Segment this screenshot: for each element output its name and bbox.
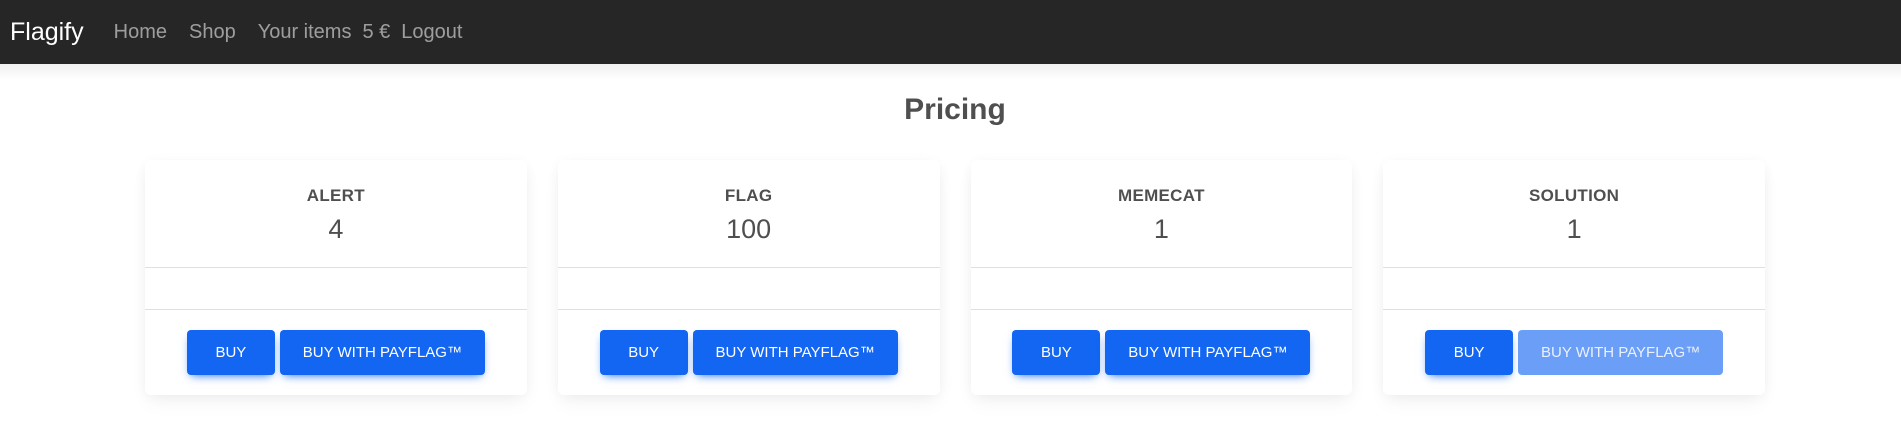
card-header: ALERT 4 (145, 160, 527, 268)
buy-with-payflag-button[interactable]: BUY WITH PAYFLAG™ (692, 330, 898, 375)
balance-display: 5 € (362, 20, 391, 43)
nav-link-home[interactable]: Home (114, 21, 167, 44)
product-name: MEMECAT (1117, 186, 1205, 205)
card-body (1383, 268, 1765, 310)
nav-link-your-items[interactable]: Your items (258, 21, 352, 44)
pricing-cards: ALERT 4 BUY BUY WITH PAYFLAG™ FLAG 100 B… (145, 160, 1765, 395)
product-card-flag: FLAG 100 BUY BUY WITH PAYFLAG™ (557, 160, 940, 395)
card-footer: BUY BUY WITH PAYFLAG™ (558, 310, 940, 395)
card-footer: BUY BUY WITH PAYFLAG™ (971, 310, 1353, 395)
buy-with-payflag-button-disabled[interactable]: BUY WITH PAYFLAG™ (1518, 330, 1724, 375)
product-card-memecat: MEMECAT 1 BUY BUY WITH PAYFLAG™ (970, 160, 1353, 395)
buy-button[interactable]: BUY (599, 330, 688, 375)
card-header: MEMECAT 1 (970, 160, 1353, 268)
nav-link-shop[interactable]: Shop (189, 21, 236, 44)
nav-link-logout[interactable]: Logout (401, 21, 462, 44)
card-header: SOLUTION 1 (1383, 160, 1765, 268)
card-body (145, 268, 527, 310)
product-value: 1 (1153, 214, 1169, 244)
card-footer: BUY BUY WITH PAYFLAG™ (145, 310, 527, 395)
buy-button[interactable]: BUY (1012, 330, 1101, 375)
product-name: SOLUTION (1529, 186, 1620, 205)
card-footer: BUY BUY WITH PAYFLAG™ (1383, 310, 1765, 395)
navbar: Flagify Home Shop Your items 5 € Logout (0, 0, 1901, 64)
navbar-shadow (0, 64, 1901, 80)
product-card-alert: ALERT 4 BUY BUY WITH PAYFLAG™ (145, 160, 527, 395)
product-value: 100 (726, 214, 772, 244)
product-name: FLAG (724, 186, 773, 205)
product-value: 1 (1566, 214, 1582, 244)
buy-with-payflag-button[interactable]: BUY WITH PAYFLAG™ (1105, 330, 1311, 375)
card-body (557, 268, 940, 310)
brand-logo[interactable]: Flagify (10, 18, 84, 47)
product-card-solution: SOLUTION 1 BUY BUY WITH PAYFLAG™ (1383, 160, 1765, 395)
card-body (970, 268, 1353, 310)
product-name: ALERT (306, 186, 365, 205)
product-value: 4 (328, 214, 344, 244)
buy-button[interactable]: BUY (186, 330, 275, 375)
card-header: FLAG 100 (557, 160, 940, 268)
buy-button[interactable]: BUY (1425, 330, 1514, 375)
buy-with-payflag-button[interactable]: BUY WITH PAYFLAG™ (279, 330, 485, 375)
page-title: Pricing (904, 93, 1006, 126)
